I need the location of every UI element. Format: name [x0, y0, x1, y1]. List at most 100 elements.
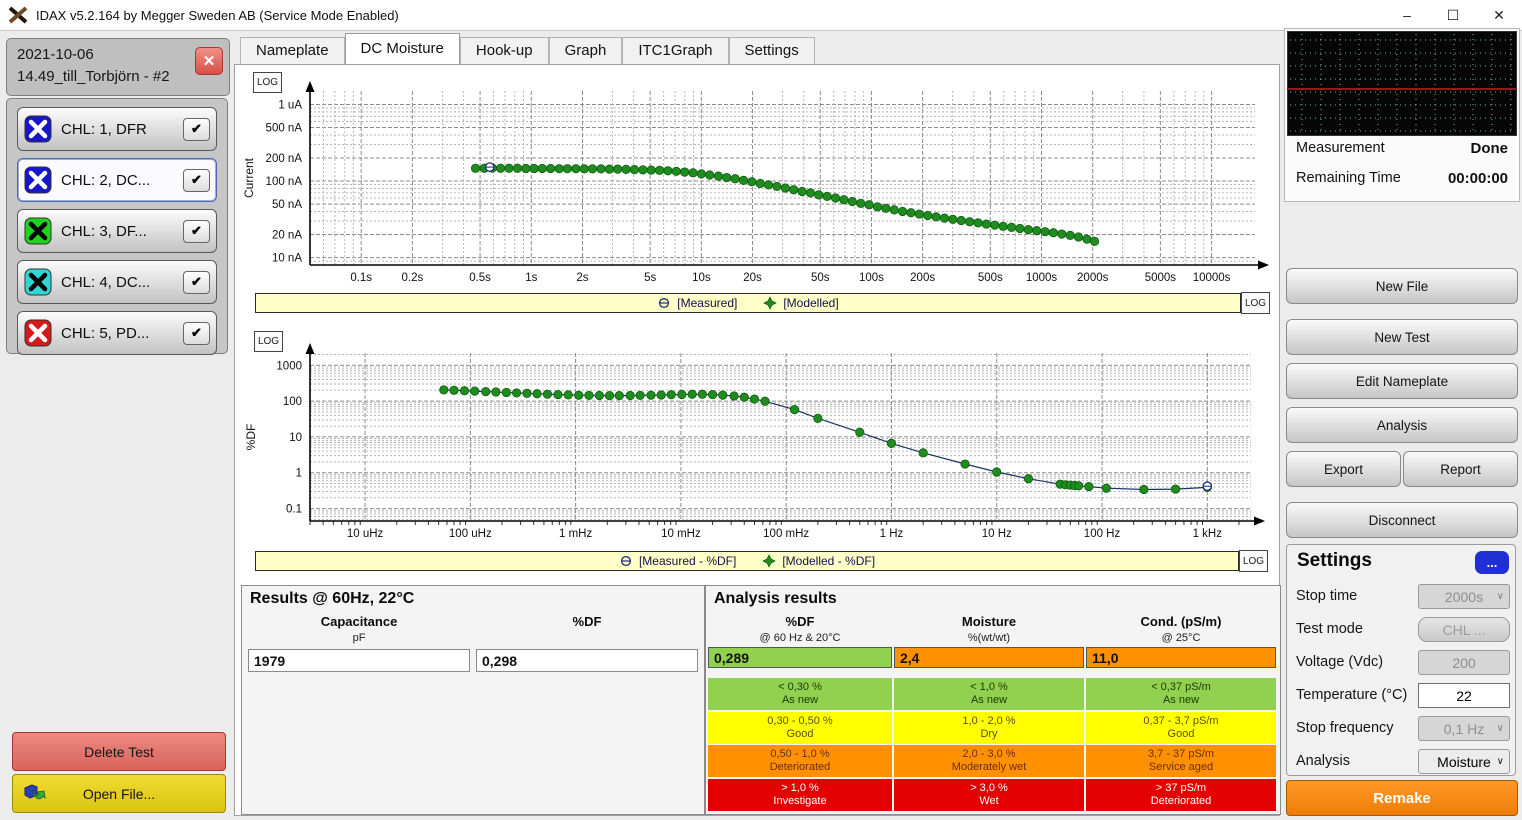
channel-4-label: CHL: 4, DC... — [61, 274, 183, 291]
tab-itc1graph[interactable]: ITC1Graph — [622, 37, 728, 64]
log-scale-button-current-x[interactable]: LOG — [1241, 292, 1270, 314]
channel-1-checkbox[interactable]: ✔ — [183, 118, 210, 141]
svg-text:10 nA: 10 nA — [272, 253, 302, 265]
svg-text:1 kHz: 1 kHz — [1193, 528, 1223, 540]
svg-text:1: 1 — [296, 468, 302, 480]
remaining-time-label: Remaining Time — [1296, 170, 1401, 187]
capacitance-value: 1979 — [248, 649, 470, 672]
results-panel: Results @ 60Hz, 22°C Capacitance pF %DF … — [241, 585, 705, 815]
tab-graph[interactable]: Graph — [549, 37, 623, 64]
analysis-rating-1-1: < 0,30 %As new — [708, 678, 892, 710]
remake-button[interactable]: Remake — [1286, 780, 1518, 816]
close-button[interactable]: ✕ — [1476, 0, 1522, 30]
svg-text:Current: Current — [242, 157, 256, 198]
measured-marker-icon — [619, 554, 633, 568]
analysis-value-1: 0,289 — [708, 647, 892, 668]
new-file-button[interactable]: New File — [1286, 268, 1518, 304]
current-vs-time-chart: 0.1s0.2s0.5s1s2s5s10s20s50s100s200s500s1… — [237, 67, 1279, 291]
settings-title: Settings — [1297, 550, 1372, 572]
channel-3-checkbox[interactable]: ✔ — [183, 220, 210, 243]
session-header: 2021-10-06 14.49_till_Torbjörn - #2 ✕ — [6, 38, 230, 96]
tab-dc-moisture[interactable]: DC Moisture — [345, 33, 460, 64]
remaining-time-value: 00:00:00 — [1448, 170, 1508, 187]
chevron-down-icon: ∨ — [1497, 723, 1504, 734]
legend-label: [Modelled - %DF] — [782, 554, 875, 568]
svg-text:0.2s: 0.2s — [402, 272, 424, 284]
svg-text:200s: 200s — [910, 272, 935, 284]
channel-1-label: CHL: 1, DFR — [61, 121, 183, 138]
settings-control-analysis[interactable]: Moisture∨ — [1418, 749, 1510, 774]
tab-hook-up[interactable]: Hook-up — [460, 37, 549, 64]
svg-text:10 uHz: 10 uHz — [347, 528, 384, 540]
svg-text:%DF: %DF — [244, 424, 258, 451]
sidebar: 2021-10-06 14.49_till_Torbjörn - #2 ✕ CH… — [6, 36, 230, 814]
analysis-rating-4-2: > 3,0 %Wet — [894, 779, 1084, 811]
analysis-rating-3-2: 2,0 - 3,0 %Moderately wet — [894, 745, 1084, 777]
delete-test-button[interactable]: Delete Test — [12, 732, 226, 771]
maximize-button[interactable]: ☐ — [1430, 0, 1476, 30]
channel-item-4[interactable]: CHL: 4, DC...✔ — [17, 260, 217, 304]
analysis-button[interactable]: Analysis — [1286, 407, 1518, 443]
analysis-col-header-3: Cond. (pS/m)@ 25°C — [1086, 614, 1276, 646]
channel-item-3[interactable]: CHL: 3, DF...✔ — [17, 209, 217, 253]
analysis-rating-2-3: 0,37 - 3,7 pS/mGood — [1086, 712, 1276, 744]
analysis-rating-1-3: < 0,37 pS/mAs new — [1086, 678, 1276, 710]
report-button[interactable]: Report — [1403, 451, 1518, 487]
tab-nameplate[interactable]: Nameplate — [240, 37, 345, 64]
analysis-title: Analysis results — [714, 590, 837, 608]
minimize-button[interactable]: – — [1384, 0, 1430, 30]
svg-text:500 nA: 500 nA — [266, 123, 303, 135]
channel-item-2[interactable]: CHL: 2, DC...✔ — [17, 158, 217, 202]
channel-5-checkbox[interactable]: ✔ — [183, 322, 210, 345]
legend-label: [Measured] — [677, 296, 737, 310]
analysis-rating-3-1: 0,50 - 1,0 %Deteriorated — [708, 745, 892, 777]
measurement-value: Done — [1471, 140, 1509, 157]
tab-bar: NameplateDC MoistureHook-upGraphITC1Grap… — [240, 36, 815, 64]
session-name: 14.49_till_Torbjörn - #2 — [17, 66, 170, 88]
settings-row-analysis: AnalysisMoisture∨ — [1287, 746, 1517, 779]
analysis-col-header-1: %DF@ 60 Hz & 20°C — [708, 614, 892, 646]
channel-4-checkbox[interactable]: ✔ — [183, 271, 210, 294]
svg-text:10000s: 10000s — [1193, 272, 1231, 284]
open-file-button[interactable]: Open File... — [12, 774, 226, 813]
channel-item-5[interactable]: CHL: 5, PD...✔ — [17, 311, 217, 355]
channel-2-checkbox[interactable]: ✔ — [183, 169, 210, 192]
log-scale-button-df-x[interactable]: LOG — [1239, 550, 1268, 572]
channel-3-label: CHL: 3, DF... — [61, 223, 183, 240]
analysis-value-2: 2,4 — [894, 647, 1084, 668]
remaining-time-row: Remaining Time 00:00:00 — [1296, 170, 1508, 187]
capacitance-unit: pF — [353, 632, 366, 644]
legend-item-2: [Modelled - %DF] — [762, 554, 875, 568]
channel-item-1[interactable]: CHL: 1, DFR✔ — [17, 107, 217, 151]
measured-marker-icon — [657, 296, 671, 310]
analysis-rating-2-2: 1,0 - 2,0 %Dry — [894, 712, 1084, 744]
svg-text:0.5s: 0.5s — [469, 272, 491, 284]
svg-text:0.1s: 0.1s — [350, 272, 372, 284]
legend-item-1: [Measured - %DF] — [619, 554, 736, 568]
tab-settings[interactable]: Settings — [729, 37, 815, 64]
settings-panel: Settings ... Stop time2000s∨Test modeCHL… — [1286, 544, 1516, 776]
disconnect-button[interactable]: Disconnect — [1286, 502, 1518, 538]
measurement-label: Measurement — [1296, 140, 1385, 157]
settings-control-voltage-vdc-: 200 — [1418, 650, 1510, 675]
svg-text:500s: 500s — [978, 272, 1003, 284]
svg-text:100 Hz: 100 Hz — [1084, 528, 1121, 540]
session-close-icon[interactable]: ✕ — [195, 47, 223, 75]
settings-control-temperature-c-[interactable]: 22 — [1418, 683, 1510, 708]
svg-text:10: 10 — [289, 432, 302, 444]
settings-label-4: Temperature (°C) — [1296, 687, 1407, 703]
channel-4-x-icon — [24, 268, 52, 296]
legend-item-1: [Measured] — [657, 296, 737, 310]
analysis-rating-2-1: 0,30 - 0,50 %Good — [708, 712, 892, 744]
session-date: 2021-10-06 — [17, 44, 170, 66]
chevron-down-icon: ∨ — [1497, 756, 1504, 767]
svg-text:1 Hz: 1 Hz — [880, 528, 904, 540]
export-button[interactable]: Export — [1286, 451, 1401, 487]
edit-nameplate-button[interactable]: Edit Nameplate — [1286, 363, 1518, 399]
legend-label: [Modelled] — [783, 296, 838, 310]
settings-row-temperature-c-: Temperature (°C) 22 — [1287, 680, 1517, 713]
settings-menu-button[interactable]: ... — [1475, 551, 1509, 574]
new-test-button[interactable]: New Test — [1286, 319, 1518, 355]
idax-window: IDAX v5.2.164 by Megger Sweden AB (Servi… — [0, 0, 1522, 820]
svg-text:50s: 50s — [811, 272, 830, 284]
